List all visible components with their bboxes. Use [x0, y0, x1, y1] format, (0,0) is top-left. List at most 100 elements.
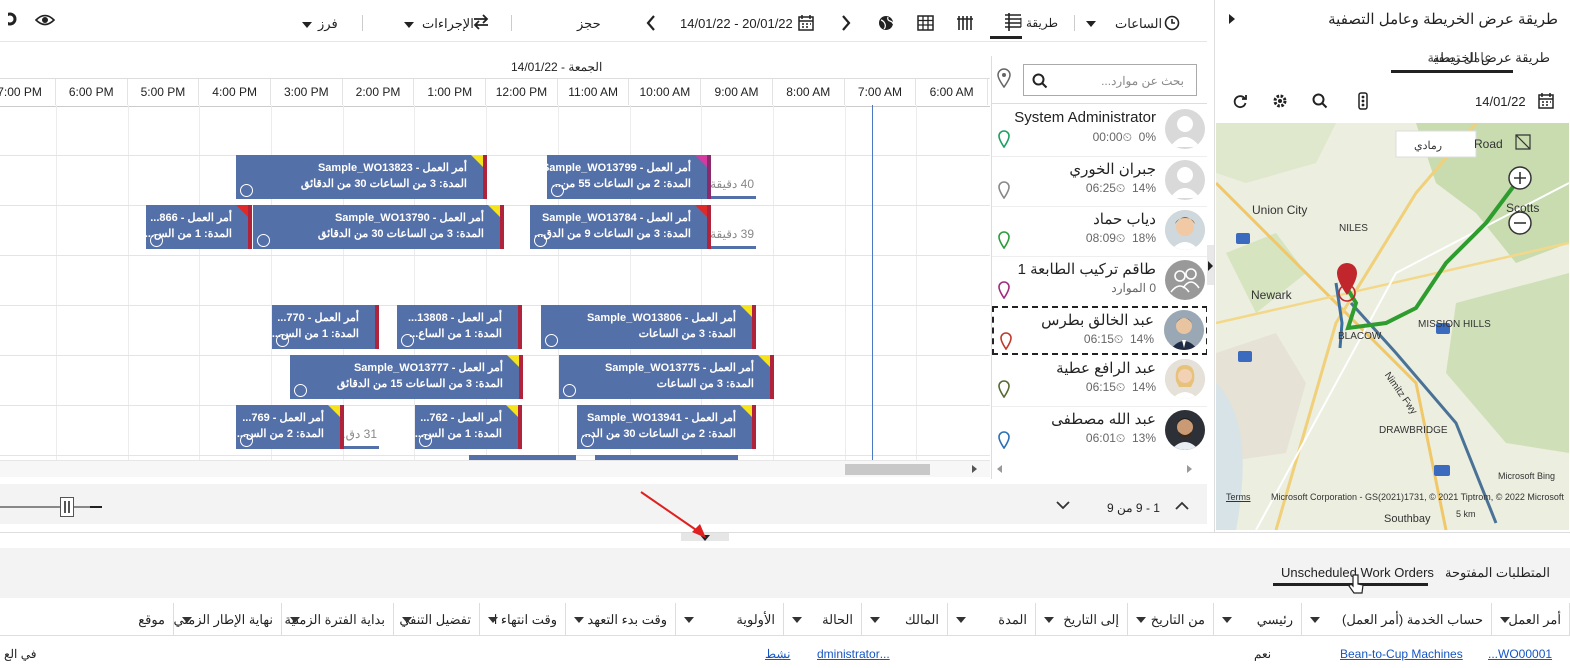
- chevron-down-icon[interactable]: [402, 617, 412, 623]
- owner-cell[interactable]: ...dministrator: [817, 647, 890, 661]
- table-view-icon[interactable]: [917, 15, 934, 37]
- column-header[interactable]: وقت انتهاء ا: [480, 603, 566, 636]
- map-pin-icon[interactable]: [1000, 332, 1012, 350]
- wo-link[interactable]: WO00001...: [1488, 647, 1552, 661]
- chevron-up-icon[interactable]: [1174, 501, 1190, 511]
- globe-icon[interactable]: [878, 15, 894, 37]
- view-type-label[interactable]: طريقة العرض: [1020, 16, 1058, 38]
- hours-label[interactable]: الساعات: [1115, 16, 1162, 38]
- chevron-down-icon[interactable]: [1044, 617, 1054, 623]
- horizontal-scrollbar[interactable]: [0, 460, 990, 477]
- column-header[interactable]: رئيسي: [1214, 603, 1302, 636]
- resource-row[interactable]: عبد الرافع عطية 14% ⏲06:15: [992, 356, 1207, 406]
- chevron-down-icon[interactable]: [488, 617, 498, 623]
- column-header[interactable]: أمر العمل: [1492, 603, 1570, 636]
- date-range[interactable]: 14/01/22 - 20/01/22: [680, 16, 793, 38]
- chevron-down-icon[interactable]: [1136, 617, 1146, 623]
- terms-link[interactable]: Terms: [1226, 492, 1251, 502]
- column-header[interactable]: الأولوية: [676, 603, 784, 636]
- booking-card[interactable]: أمر العمل - Sample_WO13790 المدة: 3 من ال…: [253, 205, 504, 249]
- settings-icon[interactable]: [8, 8, 22, 30]
- table-row[interactable]: WO00001... Bean-to-Cup Machines نعم ...d…: [0, 637, 1570, 668]
- booking-card[interactable]: أمر العمل - 769... المدة: 2 من الس...: [236, 405, 344, 449]
- resource-row[interactable]: طاقم تركيب الطابعة 1 0 الموارد: [992, 256, 1207, 306]
- chevron-down-icon[interactable]: [1500, 617, 1510, 623]
- map-pin-icon[interactable]: [998, 181, 1010, 199]
- scroll-right-icon[interactable]: [1187, 465, 1192, 473]
- booking-card[interactable]: أمر العمل - 866... المدة: 1 من الس...: [146, 205, 252, 249]
- column-header[interactable]: تفضيل التنفي: [394, 603, 480, 636]
- vertical-view-icon[interactable]: [957, 15, 973, 37]
- zoom-slider-thumb[interactable]: [60, 497, 74, 517]
- tab-map-view[interactable]: طريقة عرض الخريطة: [1433, 50, 1550, 66]
- booking-card[interactable]: أمر العمل - Sample_WO13799... المدة: 2 من…: [547, 155, 711, 199]
- resource-search-input[interactable]: بحث عن موارد...: [1023, 64, 1197, 96]
- chevron-down-icon[interactable]: [182, 617, 192, 623]
- booking-card[interactable]: أمر العمل - 13808... المدة: 1 من الساع...: [397, 305, 522, 349]
- refresh-icon[interactable]: [1232, 93, 1248, 109]
- traffic-light-icon[interactable]: [1357, 92, 1369, 110]
- column-header[interactable]: نهاية الإطار الزمني: [174, 603, 282, 636]
- chevron-down-icon[interactable]: [792, 617, 802, 623]
- map-pin-icon[interactable]: [998, 431, 1010, 449]
- booking-card[interactable]: أمر العمل - 762... المدة: 1 من الس...: [415, 405, 522, 449]
- booking-label[interactable]: حجز: [577, 16, 601, 38]
- account-link[interactable]: Bean-to-Cup Machines: [1340, 647, 1463, 661]
- chevron-down-icon[interactable]: [1055, 500, 1071, 510]
- resource-row[interactable]: جبران الخوري 14% ⏲06:25: [992, 156, 1207, 206]
- column-header[interactable]: الحالة: [784, 603, 862, 636]
- booking-card[interactable]: أمر العمل - Sample_WO13823 المدة: 3 من ال…: [236, 155, 487, 199]
- wo-cell[interactable]: WO00001...: [1488, 647, 1552, 661]
- search-icon[interactable]: [1032, 73, 1048, 89]
- collapse-map-handle[interactable]: [1207, 245, 1214, 285]
- resource-row[interactable]: دياب حماد 18% ⏲08:09: [992, 206, 1207, 256]
- tab-open-requirements[interactable]: المتطلبات المفتوحة: [1445, 565, 1550, 581]
- resource-scrollbar[interactable]: [991, 459, 1207, 479]
- panel-splitter[interactable]: [0, 532, 1570, 548]
- zoom-slider-track[interactable]: [0, 506, 95, 508]
- previous-icon[interactable]: [645, 14, 657, 36]
- scroll-right-icon[interactable]: [972, 465, 977, 473]
- chevron-down-icon[interactable]: [684, 617, 694, 623]
- chevron-down-icon[interactable]: [1310, 617, 1320, 623]
- map-pin-icon[interactable]: [998, 130, 1010, 148]
- status-link[interactable]: نشط: [765, 647, 790, 661]
- expand-icon[interactable]: [1229, 14, 1235, 24]
- owner-link[interactable]: ...dministrator: [817, 647, 890, 661]
- column-header[interactable]: موقع: [114, 603, 174, 636]
- scroll-left-icon[interactable]: [997, 465, 1002, 473]
- column-header[interactable]: بداية الفترة الزمنية: [282, 603, 394, 636]
- eye-icon[interactable]: [35, 10, 55, 32]
- column-header[interactable]: المالك: [862, 603, 948, 636]
- list-view-icon[interactable]: [990, 11, 1022, 39]
- booking-card[interactable]: أمر العمل - Sample_WO13941 المدة: 2 من ال…: [577, 405, 756, 449]
- chevron-down-icon[interactable]: [870, 617, 880, 623]
- column-header[interactable]: من التاريخ: [1128, 603, 1214, 636]
- zoom-minus-icon[interactable]: [90, 506, 102, 508]
- chevron-down-icon[interactable]: [574, 617, 584, 623]
- clock-icon[interactable]: [1164, 15, 1180, 37]
- calendar-icon[interactable]: [797, 14, 815, 36]
- booking-card[interactable]: أمر العمل - Sample_WO13775 المدة: 3 من ال…: [559, 355, 774, 399]
- booking-card[interactable]: أمر العمل - Sample_WO13806 المدة: 3 من ال…: [541, 305, 756, 349]
- search-icon[interactable]: [1312, 93, 1328, 109]
- map-pin-icon[interactable]: [998, 231, 1010, 249]
- chevron-down-icon[interactable]: [956, 617, 966, 623]
- resource-row[interactable]: System Administrator 0% ⏲00:00: [992, 106, 1207, 156]
- column-header[interactable]: حساب الخدمة (أمر العمل): [1302, 603, 1492, 636]
- booking-card[interactable]: أمر العمل - Sample_WO13784 المدة: 3 من ال…: [530, 205, 711, 249]
- gear-icon[interactable]: [1272, 93, 1288, 109]
- next-icon[interactable]: [840, 14, 852, 36]
- status-cell[interactable]: نشط: [765, 647, 790, 661]
- resource-row-selected[interactable]: عبد الخالق بطرس 14% ⏲06:15: [992, 306, 1207, 355]
- account-cell[interactable]: Bean-to-Cup Machines: [1340, 647, 1463, 661]
- road-style-option[interactable]: Road: [1474, 137, 1503, 151]
- booking-card[interactable]: أمر العمل - 770... المدة: 1 من الس...: [272, 305, 379, 349]
- map-canvas[interactable]: Road رمادي Union City NILES Newark Scott…: [1216, 123, 1569, 530]
- map-pin-icon[interactable]: [998, 380, 1010, 398]
- column-header[interactable]: المدة: [948, 603, 1036, 636]
- column-header[interactable]: وقت بدء التعهد: [566, 603, 676, 636]
- gray-style-option[interactable]: رمادي: [1414, 139, 1442, 152]
- chevron-down-icon[interactable]: [290, 617, 300, 623]
- calendar-icon[interactable]: [1537, 92, 1555, 110]
